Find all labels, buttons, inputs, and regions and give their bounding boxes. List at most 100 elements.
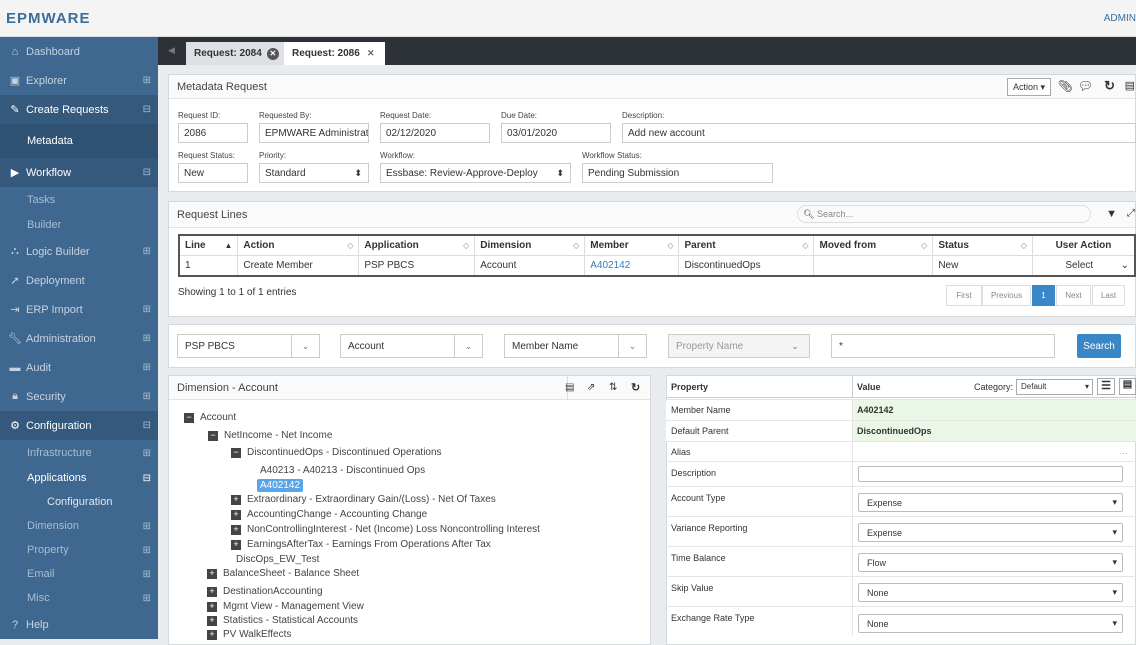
sidebar-item-help[interactable]: ? Help — [0, 610, 158, 639]
tree-node[interactable]: − DiscontinuedOps - Discontinued Operatio… — [231, 447, 442, 458]
tab-request-2084[interactable]: Request: 2084 ✕ — [186, 42, 287, 65]
expand-icon[interactable]: ⤢ — [1127, 208, 1135, 219]
scroll-left-icon[interactable]: ◀ — [168, 45, 175, 56]
pager-previous[interactable]: Previous — [982, 285, 1031, 306]
sidebar-item-dimension[interactable]: Dimension ⊞ — [0, 514, 158, 538]
tab-request-2086[interactable]: Request: 2086 ✕ — [284, 42, 385, 65]
member-name-select[interactable]: Member Name ⌄ — [504, 334, 647, 358]
expand-node-icon[interactable]: + — [231, 525, 241, 535]
pager-last[interactable]: Last — [1092, 285, 1125, 306]
sidebar-item-erp-import[interactable]: ⇥ ERP Import ⊞ — [0, 295, 158, 324]
sort-icon[interactable]: ◇ — [921, 241, 927, 250]
paperclip-icon[interactable]: 📎︎ — [1058, 79, 1073, 93]
tree-node[interactable]: − Account — [184, 412, 236, 423]
sidebar-item-logic-builder[interactable]: ⛬ Logic Builder ⊞ — [0, 237, 158, 266]
tree-node[interactable]: A40213 - A40213 - Discontinued Ops — [260, 465, 425, 476]
property-name-select[interactable]: Property Name ⌄ — [668, 334, 810, 358]
tree-node[interactable]: + Statistics - Statistical Accounts — [207, 615, 358, 626]
application-select[interactable]: PSP PBCS ⌄ — [177, 334, 320, 358]
sort-icon[interactable]: ◇ — [802, 241, 808, 250]
sort-icon[interactable]: ◇ — [667, 241, 673, 250]
column-header[interactable]: Status ◇ — [932, 234, 1033, 256]
sort-icon[interactable]: ◇ — [463, 241, 469, 250]
description-input[interactable] — [858, 466, 1123, 482]
tree-node[interactable]: A402142 — [257, 479, 304, 492]
filter-icon[interactable]: ▼ — [1106, 208, 1117, 220]
sidebar-item-administration[interactable]: 🔧︎ Administration ⊞ — [0, 324, 158, 353]
refresh-icon[interactable]: ↻ — [1104, 78, 1115, 94]
search-value-input[interactable]: * — [831, 334, 1055, 358]
app-logo[interactable]: EPMWARE — [6, 10, 91, 27]
sidebar-item-infrastructure[interactable]: Infrastructure ⊞ — [0, 440, 158, 466]
tree-node[interactable]: + AccountingChange - Accounting Change — [231, 509, 427, 520]
collapse-node-icon[interactable]: − — [184, 413, 194, 423]
list-view-icon[interactable]: ☰ — [1097, 378, 1115, 395]
tree-node[interactable]: + BalanceSheet - Balance Sheet — [207, 568, 359, 579]
sort-icon[interactable]: ◇ — [1021, 241, 1027, 250]
tree-node[interactable]: + Mgmt View - Management View — [207, 601, 364, 612]
priority-select[interactable]: Standard — [259, 163, 369, 183]
expand-node-icon[interactable]: + — [207, 569, 217, 579]
column-header[interactable]: Line ▲ — [178, 234, 239, 256]
property-select[interactable]: Expense — [858, 493, 1123, 512]
tree-node[interactable]: + EarningsAfterTax - Earnings From Operat… — [231, 539, 491, 550]
request-lines-search-input[interactable]: 🔍︎ Search... — [797, 205, 1091, 223]
expand-node-icon[interactable]: + — [207, 616, 217, 626]
sidebar-item-tasks[interactable]: Tasks — [0, 187, 158, 213]
sort-icon[interactable]: ◇ — [347, 241, 353, 250]
property-select[interactable]: Flow — [858, 553, 1123, 572]
more-icon[interactable]: … — [1119, 446, 1128, 456]
save-icon[interactable]: ▤ — [1119, 378, 1136, 395]
column-header[interactable]: User Action — [1031, 234, 1136, 256]
property-select[interactable]: None — [858, 583, 1123, 602]
pager-next[interactable]: Next — [1056, 285, 1091, 306]
sort-icon[interactable]: ◇ — [573, 241, 579, 250]
pager-1[interactable]: 1 — [1032, 285, 1055, 306]
close-icon[interactable]: ✕ — [266, 47, 279, 60]
collapse-node-icon[interactable]: − — [208, 431, 218, 441]
expand-node-icon[interactable]: + — [207, 602, 217, 612]
column-header[interactable]: Parent ◇ — [678, 234, 815, 256]
workflow-status-field[interactable]: Pending Submission — [582, 163, 773, 183]
tree-node[interactable]: + NonControllingInterest - Net (Income) L… — [231, 524, 540, 535]
sidebar-item-applications[interactable]: Applications ⊟ — [0, 466, 158, 490]
property-select[interactable]: Expense — [858, 523, 1123, 542]
property-select[interactable]: None — [858, 614, 1123, 633]
refresh-icon[interactable]: ↻ — [631, 381, 640, 394]
search-button[interactable]: Search — [1077, 334, 1121, 358]
sidebar-item-create-requests[interactable]: ✎ Create Requests ⊟ — [0, 95, 158, 124]
sidebar-item-misc[interactable]: Misc ⊞ — [0, 586, 158, 610]
request-status-field[interactable]: New — [178, 163, 248, 183]
column-header[interactable]: Action ◇ — [237, 234, 360, 256]
table-row[interactable]: 1 Create Member PSP PBCS Account A402142 Disc… — [178, 255, 1136, 277]
expand-node-icon[interactable]: + — [231, 540, 241, 550]
request-date-field[interactable]: 02/12/2020 — [380, 123, 490, 143]
description-field[interactable]: Add new account — [622, 123, 1136, 143]
sidebar-item-dashboard[interactable]: ⌂ Dashboard — [0, 37, 158, 66]
sidebar-item-deployment[interactable]: ➚ Deployment — [0, 266, 158, 295]
tree-node[interactable]: + DestinationAccounting — [207, 586, 323, 597]
workflow-select[interactable]: Essbase: Review-Approve-Deploy — [380, 163, 571, 183]
external-link-icon[interactable]: ⇗ — [587, 382, 595, 393]
tree-node[interactable]: − NetIncome - Net Income — [208, 430, 332, 441]
expand-node-icon[interactable]: + — [207, 587, 217, 597]
pager-first[interactable]: First — [946, 285, 982, 306]
tree-node[interactable]: + Extraordinary - Extraordinary Gain/(Los… — [231, 494, 496, 505]
sidebar-item-audit[interactable]: ▬ Audit ⊞ — [0, 353, 158, 382]
requested-by-field[interactable]: EPMWARE Administrati — [259, 123, 369, 143]
action-dropdown[interactable]: Action ▾ — [1006, 78, 1051, 96]
sidebar-item-security[interactable]: 🔒︎ Security ⊞ — [0, 382, 158, 411]
save-icon[interactable]: ▤ — [1125, 79, 1135, 92]
column-header[interactable]: Moved from ◇ — [813, 234, 934, 256]
tree-node[interactable]: + PV WalkEffects — [207, 629, 291, 640]
expand-node-icon[interactable]: + — [231, 495, 241, 505]
table-cell[interactable]: A402142 — [584, 255, 680, 277]
sidebar-item-property[interactable]: Property ⊞ — [0, 538, 158, 562]
dimension-select[interactable]: Account ⌄ — [340, 334, 483, 358]
sidebar-item-configuration-sub[interactable]: Configuration — [0, 490, 158, 514]
list-icon[interactable]: ▤ — [565, 382, 574, 393]
user-menu[interactable]: ADMIN — [1104, 13, 1136, 24]
due-date-field[interactable]: 03/01/2020 — [501, 123, 611, 143]
expand-node-icon[interactable]: + — [231, 510, 241, 520]
comment-icon[interactable]: 💬︎ — [1078, 79, 1093, 93]
